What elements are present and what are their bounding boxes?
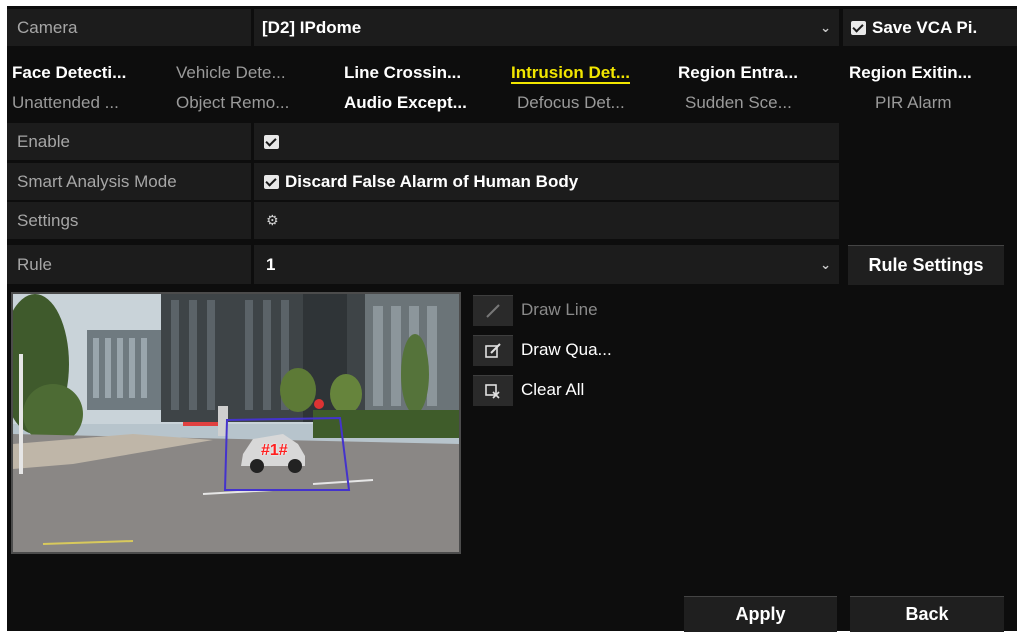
gear-icon[interactable]: ⚙ <box>266 212 279 229</box>
camera-row: Camera [D2] IPdome ⌄ Save VCA Pi. <box>7 9 1017 46</box>
save-vca-picture-checkbox[interactable]: Save VCA Pi. <box>843 9 1017 46</box>
draw-quadrilateral-label: Draw Qua... <box>521 340 612 359</box>
tab-label: Defocus Det... <box>517 93 625 112</box>
tab-label: Audio Except... <box>344 93 467 112</box>
tab-intrusion-detection[interactable]: Intrusion Det... <box>509 58 673 88</box>
rule-settings-button[interactable]: Rule Settings <box>848 245 1004 285</box>
settings-row: Settings ⚙ <box>7 202 839 239</box>
checkbox-checked-icon <box>851 20 866 35</box>
tab-vehicle-detection[interactable]: Vehicle Dete... <box>174 58 338 88</box>
clear-all-button[interactable]: Clear All <box>473 373 584 407</box>
camera-select-value: [D2] IPdome <box>262 17 362 37</box>
tab-label: Region Entra... <box>678 63 798 82</box>
smart-analysis-label: Smart Analysis Mode <box>7 163 251 200</box>
checkbox-checked-icon <box>264 174 279 189</box>
apply-button[interactable]: Apply <box>684 596 837 632</box>
chevron-down-icon: ⌄ <box>820 256 831 272</box>
enable-row: Enable <box>7 123 839 160</box>
rule-label: Rule <box>7 245 251 284</box>
smart-analysis-row: Smart Analysis Mode Discard False Alarm … <box>7 163 839 200</box>
smart-event-panel: Camera [D2] IPdome ⌄ Save VCA Pi. Face D… <box>7 6 1017 632</box>
draw-line-button[interactable]: Draw Line <box>473 293 598 327</box>
tab-object-removal[interactable]: Object Remo... <box>174 88 338 118</box>
draw-quadrilateral-button[interactable]: Draw Qua... <box>473 333 612 367</box>
camera-label: Camera <box>7 9 251 46</box>
tab-label: PIR Alarm <box>875 93 952 112</box>
region-label: #1# <box>261 442 288 459</box>
tab-region-entrance[interactable]: Region Entra... <box>676 58 844 88</box>
tab-unattended-baggage[interactable]: Unattended ... <box>10 88 170 118</box>
tab-label: Line Crossin... <box>344 63 462 82</box>
clear-icon <box>473 374 513 406</box>
tab-label: Region Exitin... <box>849 63 972 82</box>
rule-select[interactable]: 1 ⌄ <box>254 245 839 284</box>
chevron-down-icon: ⌄ <box>820 19 831 35</box>
discard-false-alarm-checkbox[interactable]: Discard False Alarm of Human Body <box>254 163 839 200</box>
tab-label: Unattended ... <box>12 93 119 112</box>
camera-select[interactable]: [D2] IPdome ⌄ <box>254 9 839 46</box>
tab-pir-alarm[interactable]: PIR Alarm <box>873 88 1013 118</box>
camera-preview[interactable]: #1# <box>11 292 461 554</box>
pencil-icon <box>473 294 513 326</box>
tab-face-detection[interactable]: Face Detecti... <box>10 58 170 88</box>
tab-label: Object Remo... <box>176 93 290 112</box>
tab-label: Face Detecti... <box>12 63 127 82</box>
back-button[interactable]: Back <box>850 596 1004 632</box>
enable-label: Enable <box>7 123 251 160</box>
save-vca-label: Save VCA Pi. <box>872 17 978 37</box>
discard-false-alarm-label: Discard False Alarm of Human Body <box>285 171 579 191</box>
rule-select-value: 1 <box>266 254 276 274</box>
clear-all-label: Clear All <box>521 380 585 399</box>
tab-sudden-scene-change[interactable]: Sudden Sce... <box>683 88 843 118</box>
edit-icon <box>473 334 513 366</box>
checkbox-checked-icon <box>264 134 279 149</box>
settings-value-cell: ⚙ <box>254 202 839 239</box>
tab-audio-exception[interactable]: Audio Except... <box>342 88 506 118</box>
enable-checkbox[interactable] <box>254 123 839 160</box>
camera-preview-image <box>13 294 459 552</box>
tab-region-exiting[interactable]: Region Exitin... <box>847 58 1015 88</box>
tab-label: Intrusion Det... <box>511 63 630 84</box>
settings-label: Settings <box>7 202 251 239</box>
draw-line-label: Draw Line <box>521 300 598 319</box>
tab-label: Vehicle Dete... <box>176 63 286 82</box>
rule-row: Rule 1 ⌄ Rule Settings <box>7 245 1017 285</box>
tab-line-crossing[interactable]: Line Crossin... <box>342 58 506 88</box>
tab-defocus-detection[interactable]: Defocus Det... <box>515 88 673 118</box>
tab-label: Sudden Sce... <box>685 93 792 112</box>
